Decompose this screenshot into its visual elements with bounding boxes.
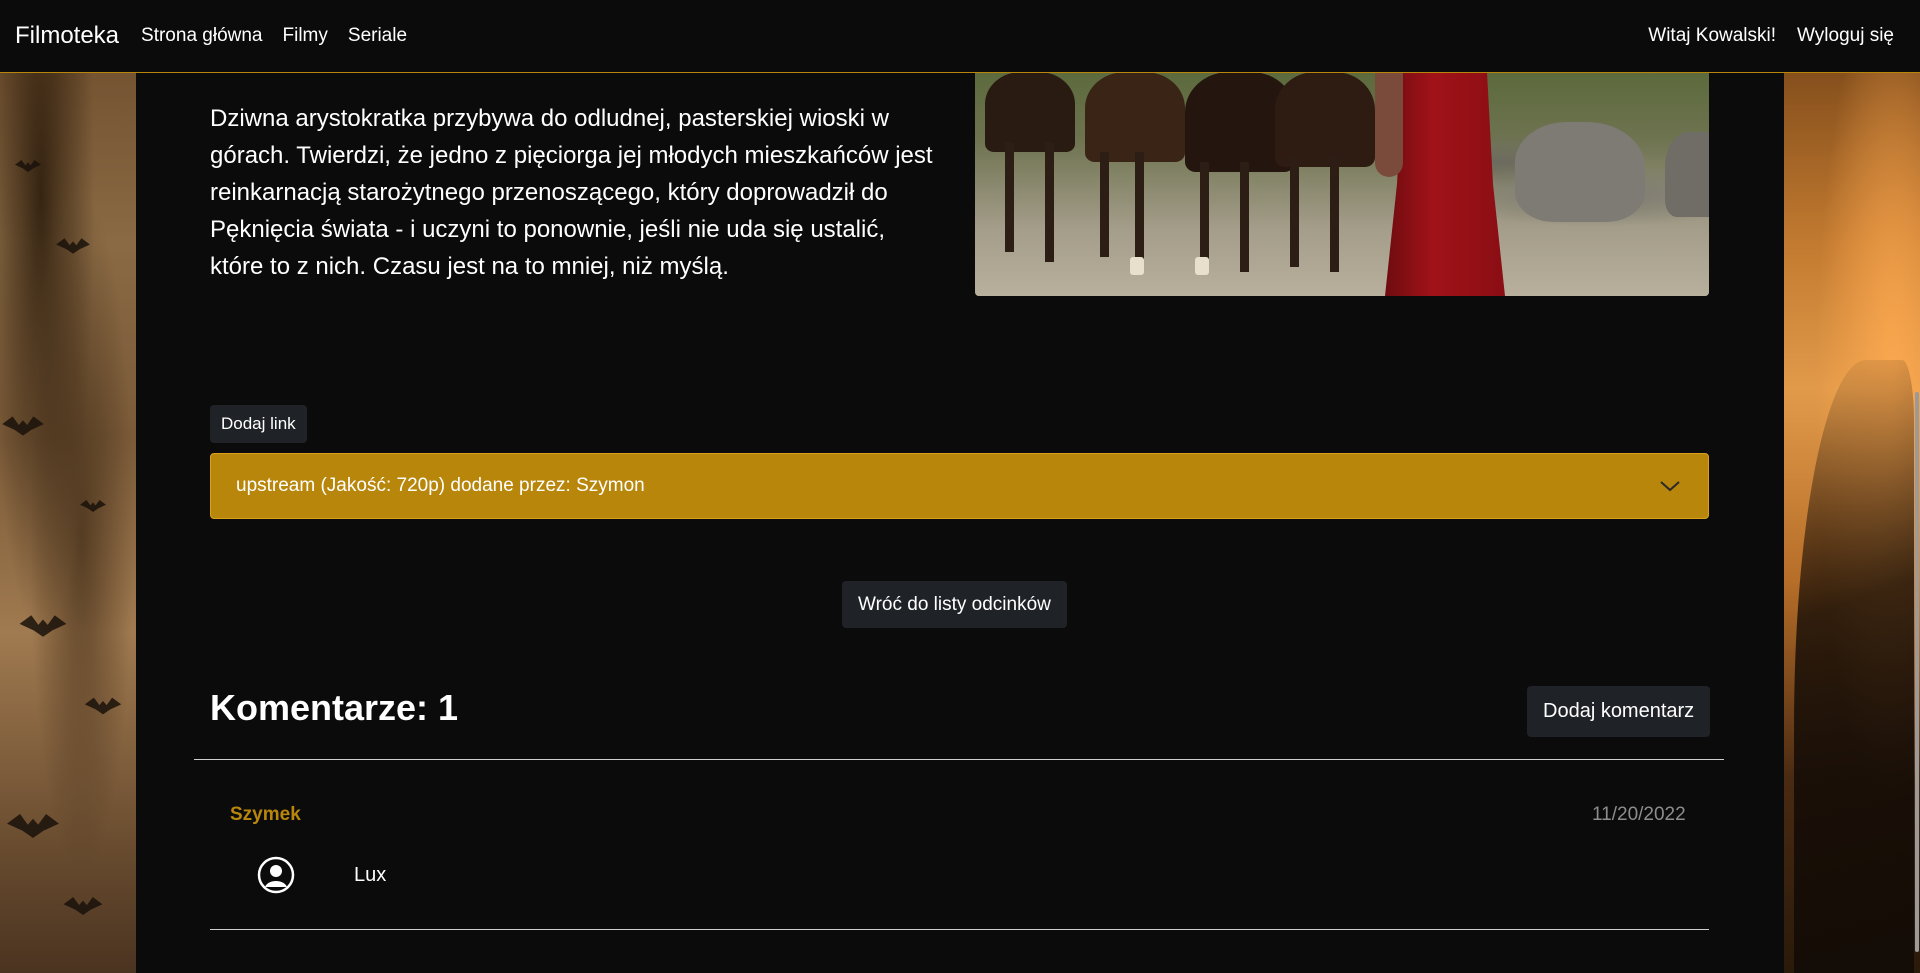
comment-text: Lux: [354, 864, 387, 886]
bat-decoration: [56, 238, 90, 254]
bat-decoration: [84, 697, 122, 715]
navbar-user-area: Witaj Kowalski! Wyloguj się: [1627, 25, 1894, 47]
bat-decoration: [80, 500, 106, 512]
episode-image: [975, 72, 1709, 296]
comments-heading: Komentarze: 1: [210, 687, 459, 728]
brand-logo-link[interactable]: Filmoteka: [15, 22, 119, 50]
episode-description: Dziwna arystokratka przybywa do odludnej…: [210, 105, 933, 280]
stream-link-label: upstream (Jakość: 720p) dodane przez: Sz…: [236, 475, 645, 496]
nav-link-movies[interactable]: Filmy: [283, 25, 328, 47]
logout-link[interactable]: Wyloguj się: [1797, 25, 1894, 47]
image-horse: [985, 72, 1075, 152]
main-content: Dziwna arystokratka przybywa do odludnej…: [136, 72, 1784, 973]
image-rock: [1665, 132, 1709, 217]
bat-decoration: [19, 615, 67, 637]
add-comment-button[interactable]: Dodaj komentarz: [1527, 686, 1711, 737]
chevron-down-icon: [1660, 481, 1680, 492]
nav-link-home[interactable]: Strona główna: [141, 25, 262, 47]
nav-link-series[interactable]: Seriale: [348, 25, 407, 47]
back-to-episodes-button[interactable]: Wróć do listy odcinków: [842, 581, 1067, 628]
comment-divider: [210, 929, 1709, 930]
image-horse-leg: [1200, 162, 1209, 262]
bat-decoration: [7, 814, 59, 838]
user-greeting-link[interactable]: Witaj Kowalski!: [1648, 25, 1776, 47]
image-horse-leg: [1290, 157, 1299, 267]
image-horse: [1085, 72, 1185, 162]
image-horse-leg: [1135, 152, 1144, 262]
background-silhouette: [1794, 360, 1914, 973]
image-red-dress-figure: [1385, 72, 1505, 296]
image-horse-leg: [1100, 152, 1109, 257]
comment-date: 11/20/2022: [1592, 804, 1686, 825]
add-link-button[interactable]: Dodaj link: [210, 405, 307, 443]
scrollbar-thumb[interactable]: [1915, 392, 1919, 952]
image-horse: [1275, 72, 1375, 167]
image-horse-hoof: [1195, 257, 1209, 275]
image-figure-arm: [1375, 72, 1403, 177]
stream-link-accordion[interactable]: upstream (Jakość: 720p) dodane przez: Sz…: [210, 453, 1709, 519]
image-horse-leg: [1045, 142, 1054, 262]
page: Filmoteka Strona główna Filmy Seriale Wi…: [0, 0, 1920, 973]
background-art-left: [0, 0, 136, 973]
comments-divider: [194, 759, 1724, 760]
user-circle-icon: [257, 856, 295, 894]
bat-decoration: [63, 897, 103, 915]
image-rock: [1515, 122, 1645, 222]
image-horse-hoof: [1130, 257, 1144, 275]
image-horse-leg: [1240, 162, 1249, 272]
background-art-right: [1784, 0, 1920, 973]
comment-author: Szymek: [230, 804, 301, 825]
bat-decoration: [15, 160, 41, 172]
image-horse-leg: [1330, 157, 1339, 272]
image-horse-leg: [1005, 142, 1014, 252]
bat-decoration: [2, 416, 44, 436]
top-navbar: Filmoteka Strona główna Filmy Seriale Wi…: [0, 0, 1920, 73]
page-scrollbar[interactable]: [1914, 72, 1920, 973]
